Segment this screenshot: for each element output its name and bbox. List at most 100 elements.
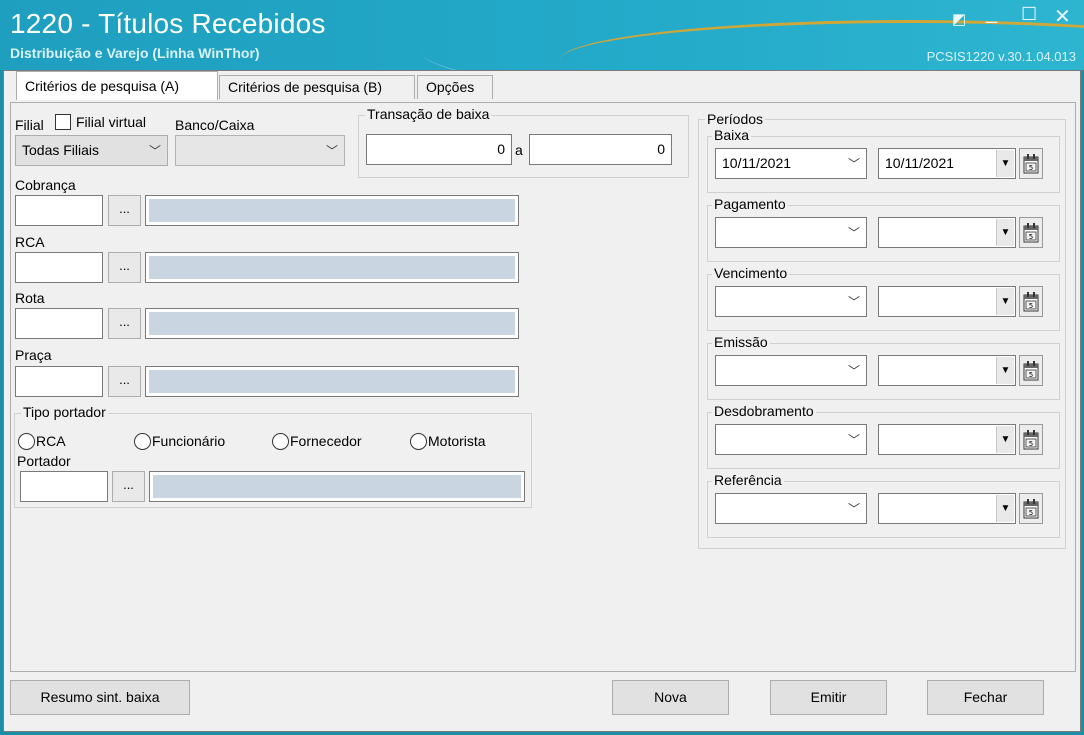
emitir-button[interactable]: Emitir xyxy=(770,680,887,715)
window-title: 1220 - Títulos Recebidos xyxy=(10,8,326,39)
nova-label: Nova xyxy=(654,689,687,705)
rca-description xyxy=(145,252,519,283)
transacao-to-input[interactable]: 0 xyxy=(529,134,672,165)
calendar-icon[interactable]: 5 xyxy=(1019,148,1043,179)
calendar-icon[interactable]: 5 xyxy=(1019,355,1043,386)
rca-search-button[interactable]: ... xyxy=(108,252,141,283)
radio-motorista-label: Motorista xyxy=(428,433,486,449)
radio-rca-label: RCA xyxy=(36,433,66,449)
rca-label: RCA xyxy=(15,234,45,250)
periodos-title: Períodos xyxy=(705,111,766,127)
filial-virtual-checkbox[interactable] xyxy=(55,114,71,130)
periodo-to-input[interactable]: ▼ xyxy=(878,424,1016,455)
dropdown-arrow-icon[interactable]: ▼ xyxy=(996,357,1014,384)
rca-code-input[interactable] xyxy=(15,252,103,283)
banco-caixa-select[interactable]: ﹀ xyxy=(175,135,345,166)
calendar-icon[interactable]: 5 xyxy=(1019,424,1043,455)
fechar-button[interactable]: Fechar xyxy=(927,680,1044,715)
periodo-from-select[interactable]: ﹀ xyxy=(715,424,867,455)
transacao-group: Transação de baixa 0 a 0 xyxy=(358,106,689,178)
tab-criterios-a[interactable]: Critérios de pesquisa (A) xyxy=(16,71,218,100)
periodo-to-input[interactable]: ▼ xyxy=(878,286,1016,317)
periodo-to-input[interactable]: ▼ xyxy=(878,493,1016,524)
radio-funcionario[interactable] xyxy=(134,433,151,450)
dropdown-arrow-icon[interactable]: ▼ xyxy=(996,219,1014,246)
svg-text:5: 5 xyxy=(1029,509,1033,517)
chevron-down-icon: ﹀ xyxy=(847,433,860,447)
periodo-from-select[interactable]: ﹀ xyxy=(715,493,867,524)
filial-select[interactable]: Todas Filiais ﹀ xyxy=(15,135,168,166)
dropdown-arrow-icon[interactable]: ▼ xyxy=(996,495,1014,522)
periodo-from-select[interactable]: ﹀ xyxy=(715,217,867,248)
periodo-to-input[interactable]: ▼ xyxy=(878,355,1016,386)
cobranca-code-input[interactable] xyxy=(15,195,103,226)
svg-text:5: 5 xyxy=(1029,302,1033,310)
periodo-label: Referência xyxy=(712,472,784,488)
minimize-button[interactable]: _ xyxy=(986,2,997,25)
periodo-group: Baixa 10/11/2021 ﹀ 10/11/2021 ▼ 5 xyxy=(707,127,1060,193)
periodo-to-input[interactable]: 10/11/2021 ▼ xyxy=(878,148,1016,179)
filial-label: Filial xyxy=(15,117,44,133)
praca-code-input[interactable] xyxy=(15,366,103,397)
rota-label: Rota xyxy=(15,290,45,306)
svg-text:5: 5 xyxy=(1029,164,1033,172)
main-window: Critérios de pesquisa (A) Critérios de p… xyxy=(3,70,1081,732)
chevron-down-icon: ﹀ xyxy=(325,144,338,158)
svg-text:5: 5 xyxy=(1029,371,1033,379)
tipo-portador-group: Tipo portador RCA Funcionário Fornecedor… xyxy=(14,404,532,508)
rota-code-input[interactable] xyxy=(15,308,103,339)
periodo-to-value: 10/11/2021 xyxy=(885,155,955,171)
praca-search-button[interactable]: ... xyxy=(108,366,141,397)
periodo-group: Vencimento ﹀ ▼ 5 xyxy=(707,265,1060,331)
periodo-to-input[interactable]: ▼ xyxy=(878,217,1016,248)
periodo-from-select[interactable]: 10/11/2021 ﹀ xyxy=(715,148,867,179)
svg-text:5: 5 xyxy=(1029,233,1033,241)
nova-button[interactable]: Nova xyxy=(612,680,729,715)
maximize-button[interactable]: ☐ xyxy=(1021,4,1037,25)
filial-virtual-label: Filial virtual xyxy=(76,114,147,130)
periodo-from-select[interactable]: ﹀ xyxy=(715,355,867,386)
transacao-title: Transação de baixa xyxy=(365,106,492,122)
chevron-down-icon: ﹀ xyxy=(847,364,860,378)
close-button[interactable]: ✕ xyxy=(1054,4,1071,29)
radio-fornecedor-label: Fornecedor xyxy=(290,433,362,449)
title-bar: 1220 - Títulos Recebidos Distribuição e … xyxy=(0,0,1084,70)
tab-criterios-b[interactable]: Critérios de pesquisa (B) xyxy=(219,75,415,99)
tab-label: Critérios de pesquisa (B) xyxy=(228,79,383,95)
periodo-label: Emissão xyxy=(712,334,770,350)
radio-motorista[interactable] xyxy=(410,433,427,450)
portador-label: Portador xyxy=(17,453,71,469)
portador-search-button[interactable]: ... xyxy=(112,471,145,502)
banco-caixa-label: Banco/Caixa xyxy=(175,117,255,133)
cobranca-search-button[interactable]: ... xyxy=(108,195,141,226)
resumo-sint-baixa-button[interactable]: Resumo sint. baixa xyxy=(10,680,190,715)
emitir-label: Emitir xyxy=(810,689,847,705)
radio-funcionario-label: Funcionário xyxy=(152,433,226,449)
tab-panel: Filial Filial virtual Todas Filiais ﹀ Ba… xyxy=(10,102,1076,672)
dropdown-arrow-icon[interactable]: ▼ xyxy=(996,288,1014,315)
periodos-group: Períodos Baixa 10/11/2021 ﹀ 10/11/2021 ▼ 5 Pag… xyxy=(698,111,1066,549)
tab-label: Critérios de pesquisa (A) xyxy=(25,78,180,94)
restore-icon[interactable]: ◩ xyxy=(952,10,966,28)
portador-code-input[interactable] xyxy=(20,471,108,502)
periodo-from-value: 10/11/2021 xyxy=(722,155,792,171)
periodo-label: Desdobramento xyxy=(712,403,816,419)
periodo-from-select[interactable]: ﹀ xyxy=(715,286,867,317)
calendar-icon[interactable]: 5 xyxy=(1019,217,1043,248)
periodo-label: Baixa xyxy=(712,127,752,143)
tab-label: Opções xyxy=(426,79,475,95)
rota-search-button[interactable]: ... xyxy=(108,308,141,339)
filial-value: Todas Filiais xyxy=(22,142,100,158)
rota-description xyxy=(145,308,519,339)
periodo-group: Pagamento ﹀ ▼ 5 xyxy=(707,196,1060,262)
chevron-down-icon: ﹀ xyxy=(847,226,860,240)
radio-rca[interactable] xyxy=(18,433,35,450)
calendar-icon[interactable]: 5 xyxy=(1019,286,1043,317)
dropdown-arrow-icon[interactable]: ▼ xyxy=(996,150,1014,177)
radio-fornecedor[interactable] xyxy=(272,433,289,450)
calendar-icon[interactable]: 5 xyxy=(1019,493,1043,524)
transacao-from-input[interactable]: 0 xyxy=(366,134,512,165)
dropdown-arrow-icon[interactable]: ▼ xyxy=(996,426,1014,453)
periodo-group: Referência ﹀ ▼ 5 xyxy=(707,472,1060,538)
tab-opcoes[interactable]: Opções xyxy=(417,75,493,99)
